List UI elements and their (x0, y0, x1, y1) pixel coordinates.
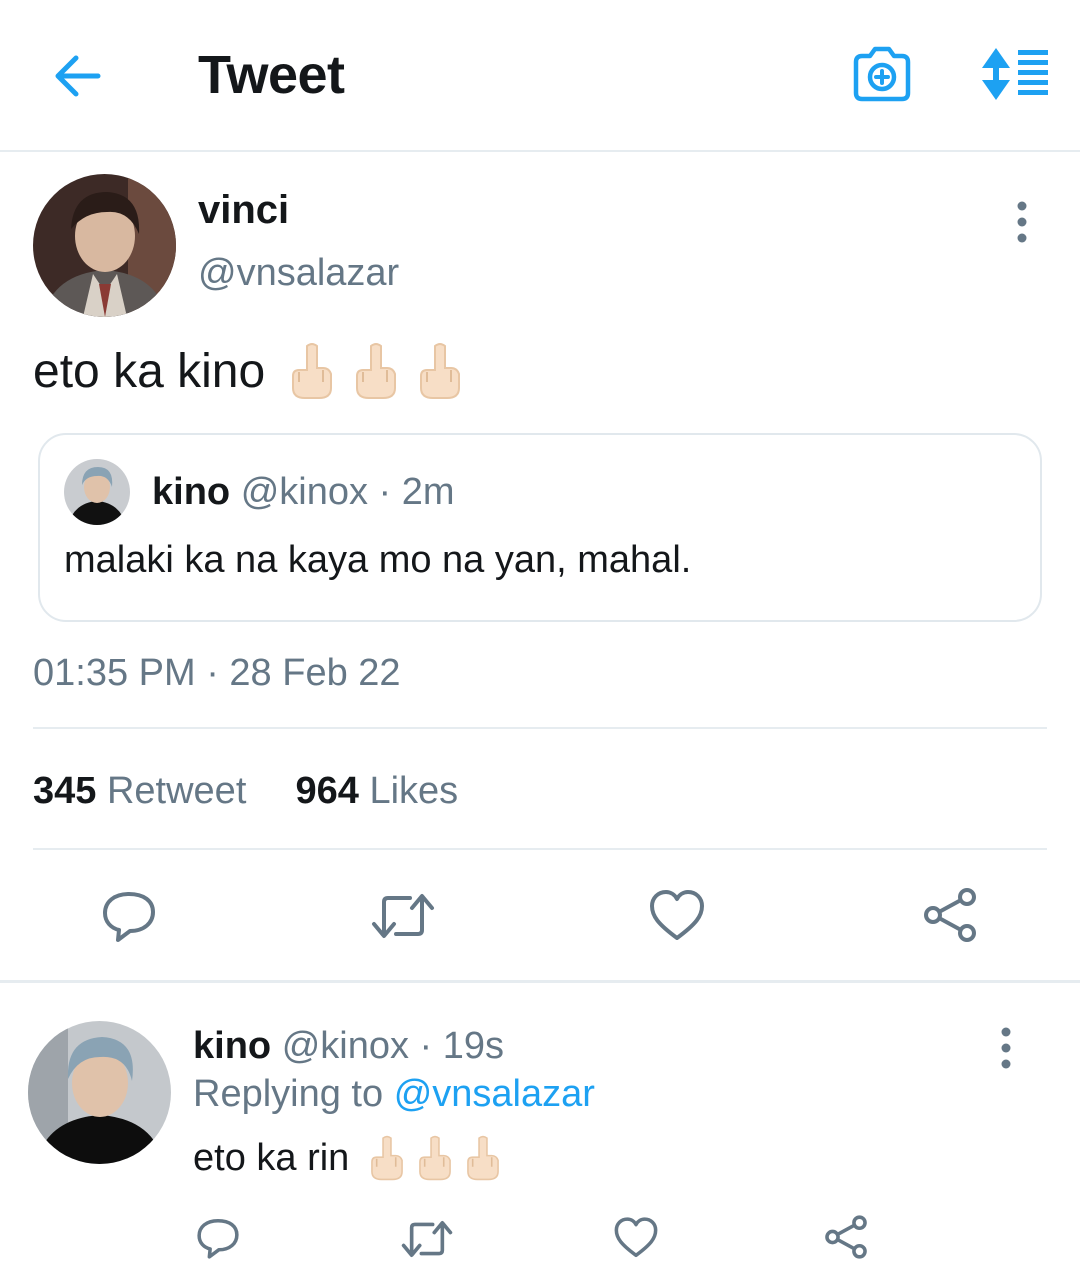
sort-list-icon (982, 48, 1048, 100)
reply-author-avatar[interactable] (28, 1021, 171, 1164)
quote-time: 2m (401, 471, 455, 513)
author-handle[interactable]: @vnsalazar (198, 252, 399, 295)
quote-author-handle: @kinox (240, 471, 368, 513)
author-name[interactable]: vinci (198, 188, 289, 233)
likes-stat[interactable]: 964 Likes (296, 770, 459, 812)
emoji-group (367, 1135, 503, 1181)
replying-to: Replying to @vnsalazar (193, 1073, 595, 1116)
middle-finger-emoji-icon (467, 1135, 500, 1181)
reply-button[interactable] (100, 888, 158, 949)
tweet-timestamp: 01:35 PM · 28 Feb 22 (33, 652, 401, 694)
like-icon (650, 890, 704, 940)
back-button[interactable] (48, 48, 108, 104)
camera-add-icon (853, 46, 911, 102)
arrow-left-icon (55, 55, 101, 97)
reply-text: eto ka rin (193, 1136, 350, 1179)
top-app-bar: Tweet (0, 0, 1080, 152)
reply-like-button[interactable] (613, 1216, 659, 1265)
quote-text: malaki ka na kaya mo na yan, mahal. (64, 539, 692, 581)
reply-separator: · (419, 1025, 433, 1067)
section-separator (0, 980, 1080, 983)
likes-label: Likes (369, 770, 459, 812)
replying-label: Replying to (193, 1073, 384, 1115)
tweet-text: eto ka kino (33, 344, 266, 398)
more-vertical-icon (1001, 1027, 1011, 1069)
camera-button[interactable] (850, 44, 914, 104)
reply-reply-button[interactable] (195, 1216, 241, 1265)
share-button[interactable] (920, 886, 980, 949)
reply-icon (103, 892, 155, 942)
like-icon (614, 1217, 658, 1258)
reply-time: 19s (442, 1025, 505, 1067)
more-options-button[interactable] (1006, 200, 1038, 244)
divider (33, 727, 1047, 729)
middle-finger-emoji-icon (420, 343, 461, 399)
reply-more-options-button[interactable] (990, 1026, 1022, 1070)
tweet-stats: 345 Retweet 964 Likes (33, 770, 458, 813)
quote-author-avatar (64, 459, 130, 525)
middle-finger-emoji-icon (419, 1135, 452, 1181)
quoted-tweet-card[interactable]: kino @kinox · 2m malaki ka na kaya mo na… (38, 433, 1042, 622)
sort-button[interactable] (976, 44, 1052, 104)
middle-finger-emoji-icon (356, 343, 397, 399)
divider (33, 848, 1047, 850)
middle-finger-emoji-icon (371, 1135, 404, 1181)
tweet-text-row: eto ka kino (33, 342, 465, 400)
reply-share-button[interactable] (822, 1214, 870, 1265)
reply-meta: kino @kinox · 19s (193, 1025, 504, 1068)
like-button[interactable] (648, 888, 706, 949)
middle-finger-emoji-icon (292, 343, 333, 399)
quote-author-name: kino (152, 471, 231, 513)
reply-icon (197, 1218, 239, 1259)
reply-text-row: eto ka rin (193, 1135, 503, 1181)
retweet-button[interactable] (370, 890, 436, 947)
quote-meta: kino @kinox · 2m (152, 471, 455, 514)
quote-separator: · (378, 471, 392, 513)
retweets-label: Retweet (106, 770, 247, 812)
retweets-stat[interactable]: 345 Retweet (33, 770, 257, 812)
reply-retweet-button[interactable] (400, 1218, 454, 1265)
emoji-group (287, 342, 465, 400)
reply-author-handle[interactable]: @kinox (282, 1025, 409, 1067)
replying-mention-link[interactable]: @vnsalazar (394, 1073, 595, 1115)
likes-count: 964 (295, 770, 359, 812)
retweets-count: 345 (33, 770, 97, 812)
retweet-icon (372, 894, 434, 938)
reply-author-name[interactable]: kino (193, 1025, 271, 1067)
author-avatar[interactable] (33, 174, 176, 317)
share-icon (924, 888, 976, 942)
more-vertical-icon (1017, 201, 1027, 243)
share-icon (825, 1215, 867, 1259)
page-title: Tweet (198, 45, 345, 105)
retweet-icon (401, 1221, 453, 1257)
